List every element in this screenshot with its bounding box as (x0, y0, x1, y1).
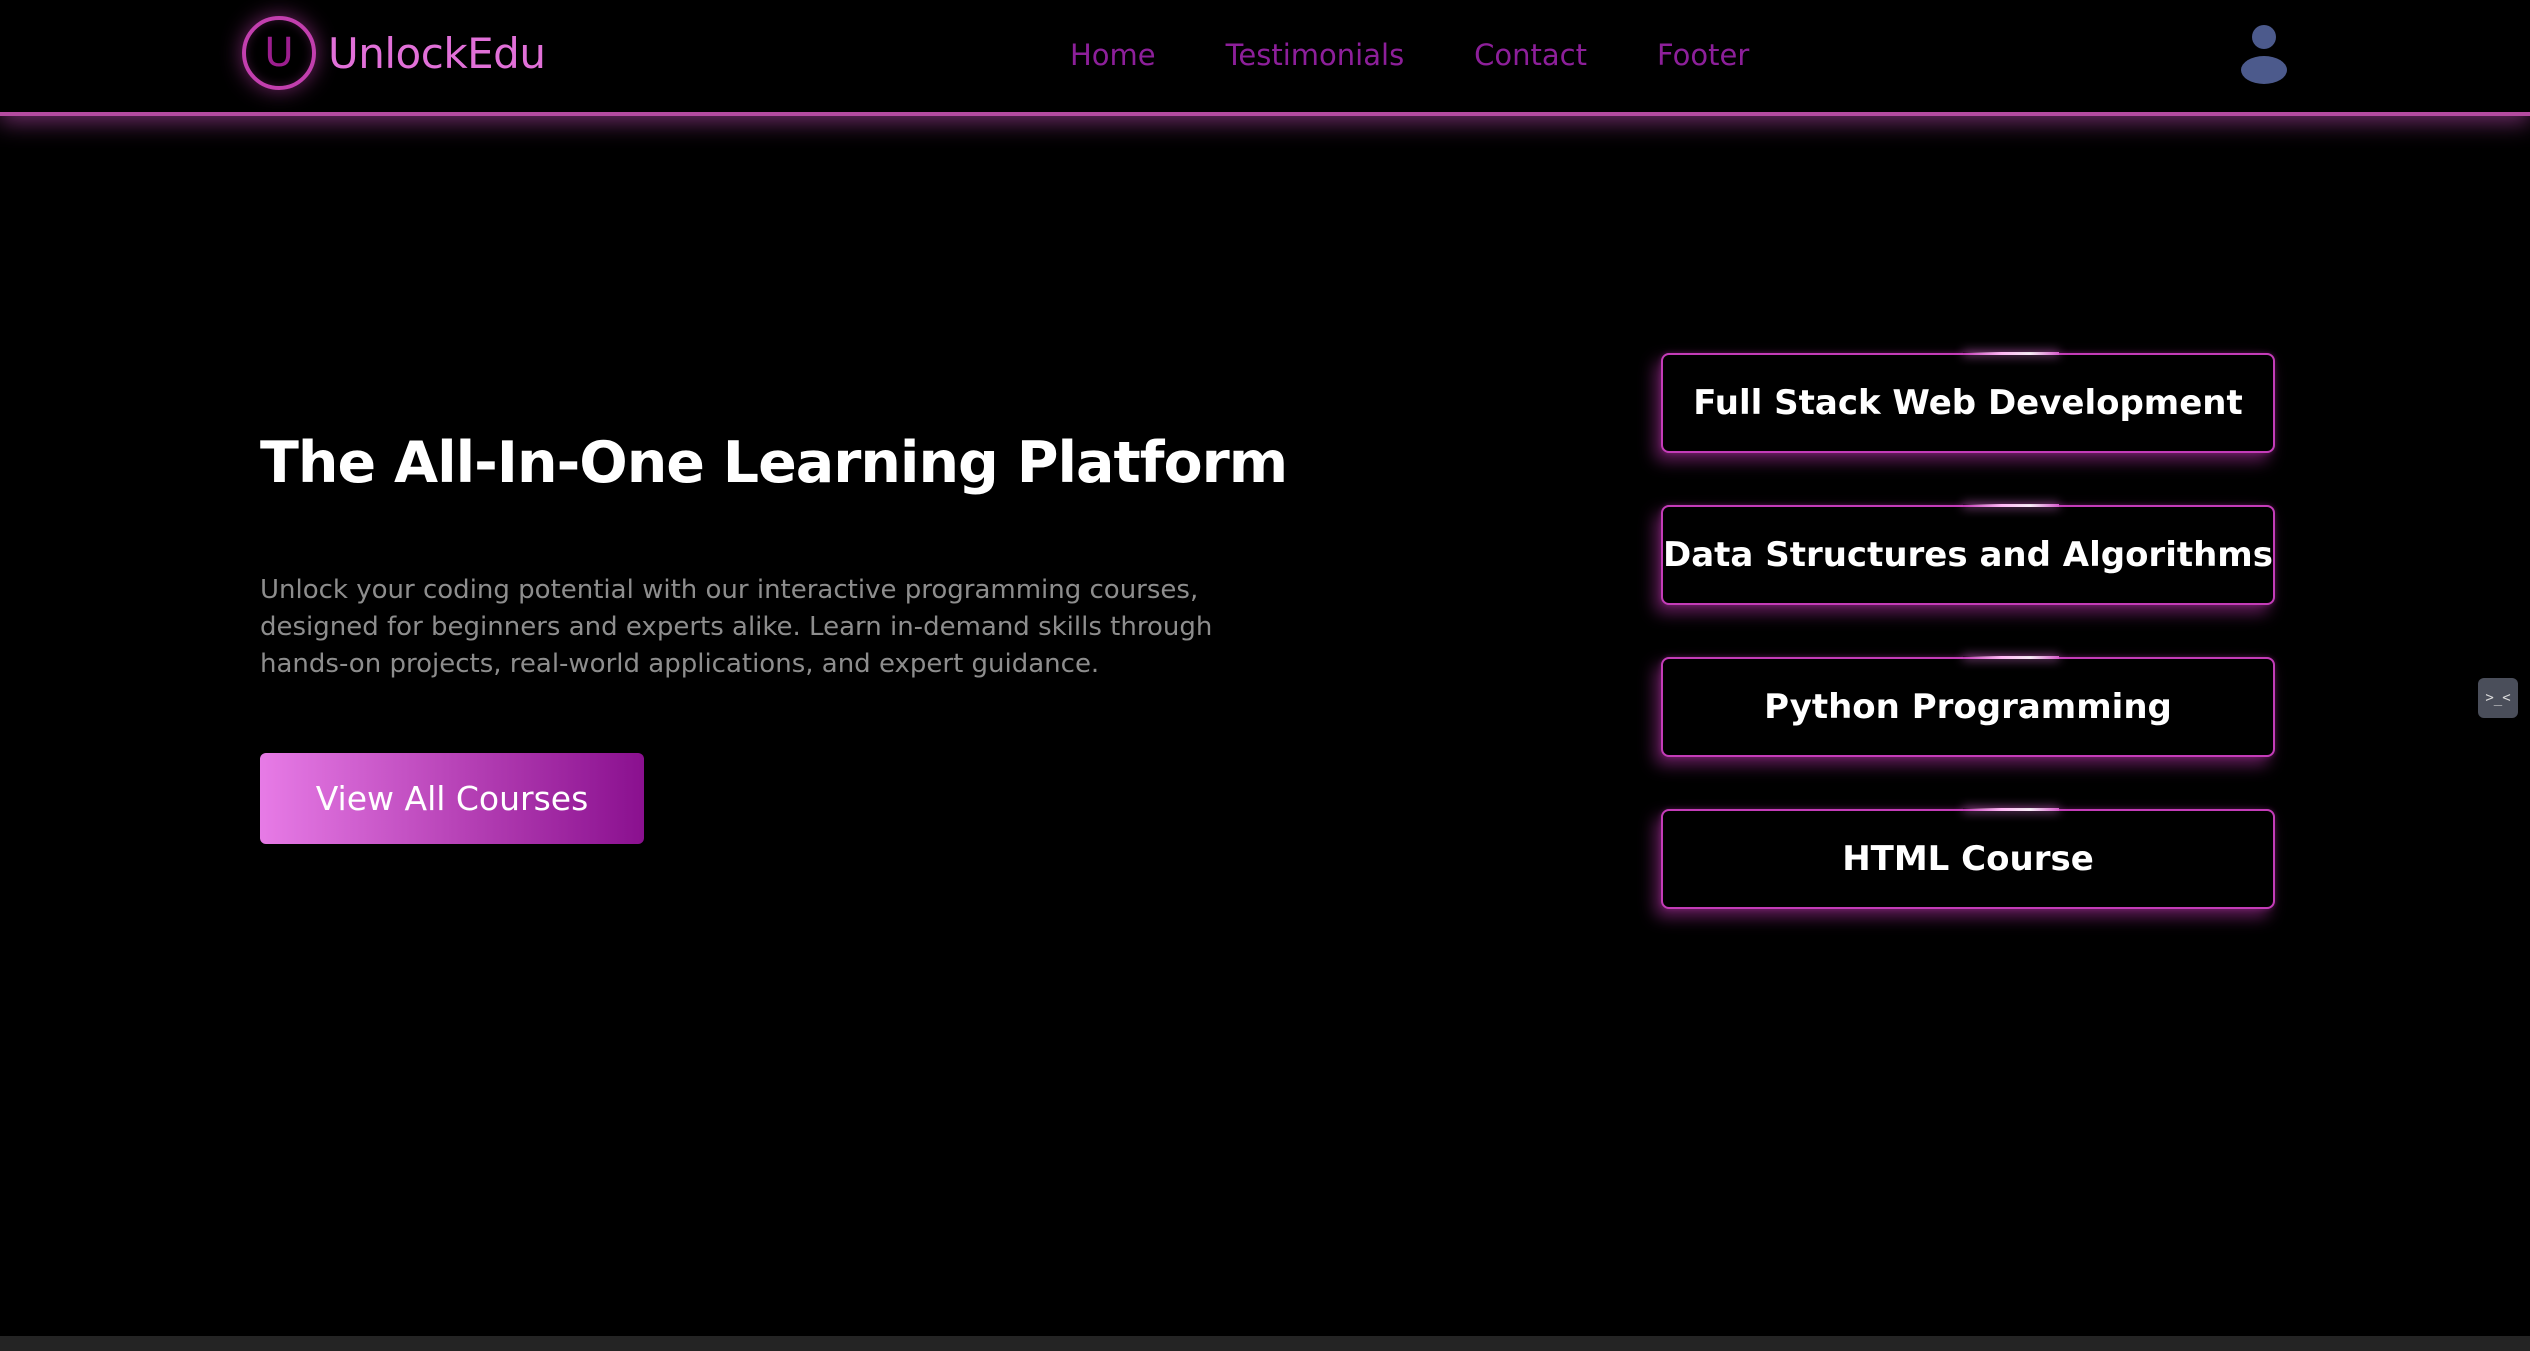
page: U UnlockEdu Home Testimonials Contact Fo… (0, 0, 2530, 1351)
logo-badge: U (242, 16, 316, 90)
course-card-python[interactable]: Python Programming (1661, 656, 2275, 757)
course-card-dsa[interactable]: Data Structures and Algorithms (1661, 504, 2275, 605)
course-card-html[interactable]: HTML Course (1661, 808, 2275, 909)
course-card-full-stack[interactable]: Full Stack Web Development (1661, 352, 2275, 453)
view-all-courses-button[interactable]: View All Courses (260, 753, 644, 844)
brand-logo[interactable]: U UnlockEdu (242, 16, 546, 90)
user-avatar-graphic (2241, 25, 2287, 84)
site-header: U UnlockEdu Home Testimonials Contact Fo… (0, 0, 2530, 116)
nav-link-contact[interactable]: Contact (1474, 38, 1587, 72)
main-nav: Home Testimonials Contact Footer (1070, 38, 1749, 72)
user-avatar-icon[interactable] (2238, 22, 2290, 84)
bottom-strip (0, 1336, 2530, 1351)
hero-title: The All-In-One Learning Platform (260, 430, 1288, 496)
hero-description: Unlock your coding potential with our in… (260, 575, 1213, 679)
nav-link-home[interactable]: Home (1070, 38, 1156, 72)
nav-link-testimonials[interactable]: Testimonials (1226, 38, 1405, 72)
brand-name: UnlockEdu (328, 28, 546, 78)
floating-widget-icon[interactable]: >_< (2478, 678, 2518, 718)
nav-link-footer[interactable]: Footer (1657, 38, 1749, 72)
